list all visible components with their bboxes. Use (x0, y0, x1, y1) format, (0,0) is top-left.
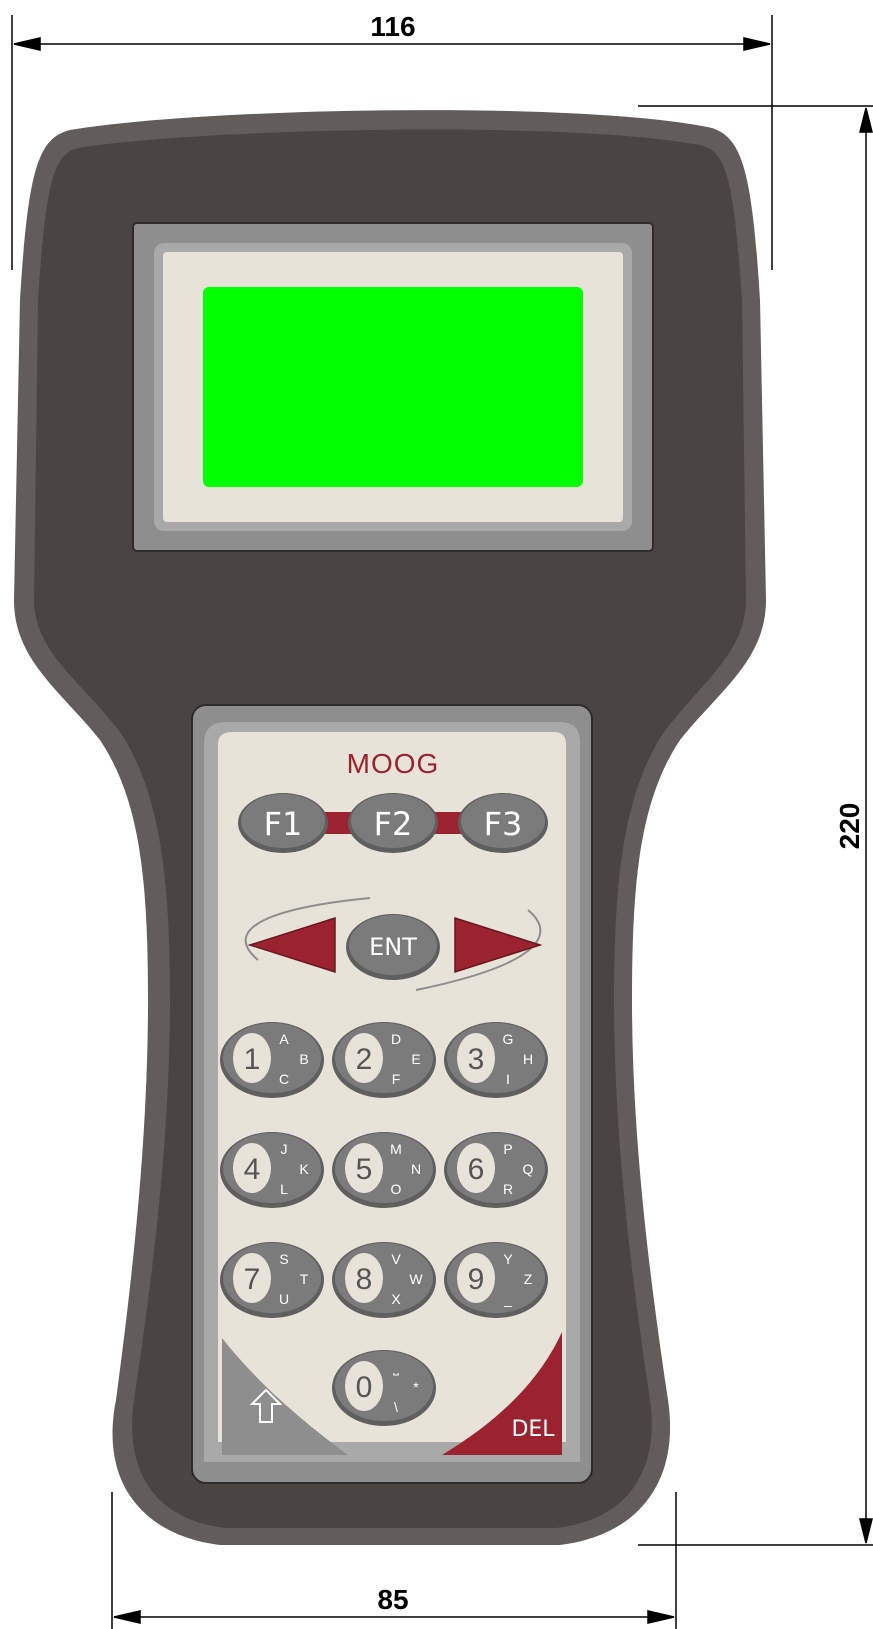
delete-key-label: DEL (511, 1417, 555, 1442)
key-9-number: 9 (468, 1263, 485, 1296)
function-key-f2-label: F2 (374, 805, 413, 843)
key-9-letter-1: Y (503, 1251, 513, 1267)
key-3[interactable]: 3 GHI (444, 1022, 548, 1098)
function-key-f1[interactable]: F1 (238, 793, 328, 853)
key-4-letter-3: L (280, 1181, 288, 1197)
device-drawing: 116 220 85 MOOG F1 F2 F3 ENT 1ABC2DEF3GH… (11, 11, 873, 1629)
key-8-letter-1: V (391, 1251, 401, 1267)
enter-key-label: ENT (369, 933, 417, 961)
dimension-right-label: 220 (834, 803, 865, 850)
enter-key[interactable]: ENT (346, 914, 440, 980)
key-8-letter-2: W (409, 1271, 423, 1287)
key-2[interactable]: 2 DEF (332, 1022, 436, 1098)
key-2-letter-3: F (392, 1071, 401, 1087)
key-9[interactable]: 9 YZ _ (444, 1242, 548, 1318)
key-5-letter-2: N (411, 1161, 421, 1177)
key-3-letter-1: G (503, 1031, 514, 1047)
key-6-letter-3: R (503, 1181, 513, 1197)
key-4-number: 4 (244, 1153, 261, 1186)
key-2-letter-2: E (411, 1051, 420, 1067)
key-7-letter-2: T (300, 1271, 309, 1287)
key-3-letter-2: H (523, 1051, 533, 1067)
key-1[interactable]: 1 ABC (220, 1022, 324, 1098)
key-2-letter-1: D (391, 1031, 401, 1047)
key-6[interactable]: 6 PQR (444, 1132, 548, 1208)
key-5[interactable]: 5 MNO (332, 1132, 436, 1208)
key-4-letter-2: K (299, 1161, 309, 1177)
key-8-letter-3: X (391, 1291, 401, 1307)
key-7-number: 7 (244, 1263, 261, 1296)
key-6-number: 6 (468, 1153, 485, 1186)
key-6-letter-1: P (503, 1141, 512, 1157)
key-9-letter-2: Z (524, 1271, 533, 1287)
key-4[interactable]: 4 JKL (220, 1132, 324, 1208)
key-8[interactable]: 8 VWX (332, 1242, 436, 1318)
function-key-f3[interactable]: F3 (458, 793, 548, 853)
function-key-f1-label: F1 (264, 805, 303, 843)
key-3-number: 3 (468, 1043, 485, 1076)
brand-logo: MOOG (347, 748, 440, 779)
key-5-letter-1: M (390, 1141, 402, 1157)
function-key-f2[interactable]: F2 (348, 793, 438, 853)
key-1-letter-3: C (279, 1071, 289, 1087)
function-key-f3-label: F3 (484, 805, 523, 843)
display-screen (203, 287, 583, 487)
key-0-letter-2: * (413, 1379, 419, 1395)
key-7-letter-1: S (279, 1251, 288, 1267)
key-7-letter-3: U (279, 1291, 289, 1307)
key-7[interactable]: 7 STU (220, 1242, 324, 1318)
key-0-letter-1: ⎵ (393, 1359, 399, 1376)
key-8-number: 8 (356, 1263, 373, 1296)
key-9-letter-3: _ (503, 1291, 512, 1307)
dimension-top-label: 116 (370, 11, 415, 42)
key-0-number: 0 (356, 1371, 373, 1404)
key-6-letter-2: Q (523, 1161, 534, 1177)
key-5-letter-3: O (391, 1181, 402, 1197)
dimension-bottom-label: 85 (377, 1584, 408, 1615)
key-5-number: 5 (356, 1153, 373, 1186)
key-3-letter-3: I (506, 1071, 510, 1087)
key-2-number: 2 (356, 1043, 373, 1076)
key-1-letter-1: A (279, 1031, 289, 1047)
key-0-letter-3: \ (394, 1399, 398, 1415)
key-1-letter-2: B (299, 1051, 308, 1067)
key-0[interactable]: 0 ⎵ * \ (332, 1350, 436, 1426)
key-4-letter-1: J (281, 1141, 288, 1157)
key-1-number: 1 (244, 1043, 261, 1076)
